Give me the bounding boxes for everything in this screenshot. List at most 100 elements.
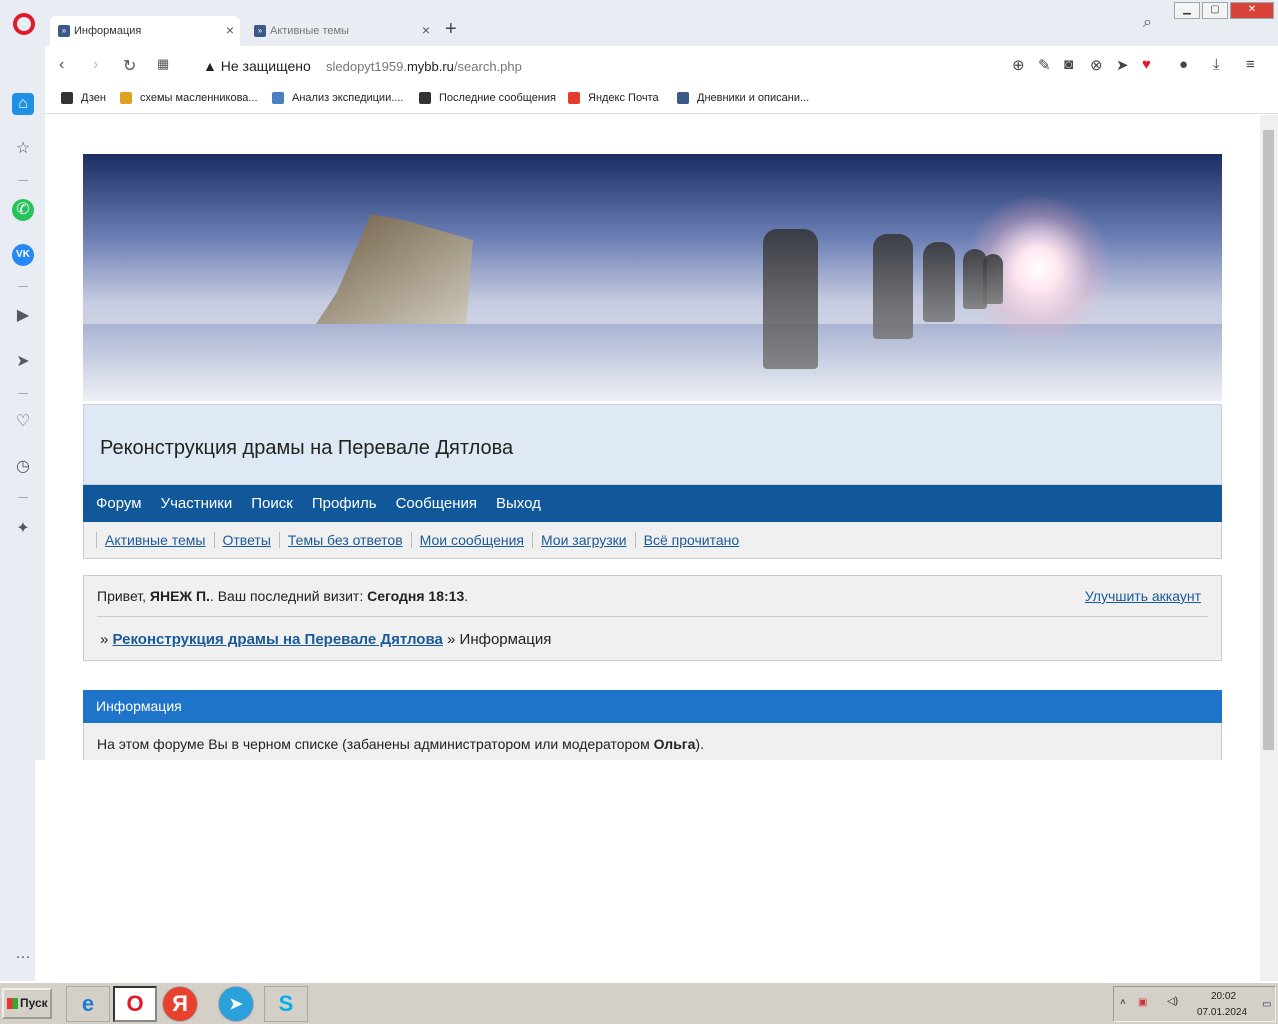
- info-text-end: ).: [695, 736, 704, 752]
- breadcrumb-forum-link[interactable]: Реконструкция драмы на Перевале Дятлова: [113, 631, 443, 648]
- greeting: Привет,: [97, 588, 150, 604]
- close-tab-icon[interactable]: ×: [422, 22, 430, 38]
- username: ЯНЕЖ П.: [149, 588, 210, 604]
- back-icon[interactable]: ‹: [59, 56, 64, 74]
- send-icon[interactable]: ➤: [1116, 56, 1129, 74]
- bookmark-diaries[interactable]: Дневники и описани...: [677, 92, 809, 104]
- more-icon[interactable]: …: [12, 943, 34, 965]
- info-text: На этом форуме Вы в черном списке (забан…: [97, 736, 654, 752]
- close-tab-icon[interactable]: ×: [226, 22, 234, 38]
- last-visit-label: . Ваш последний визит:: [209, 588, 368, 604]
- nav-profile[interactable]: Профиль: [312, 495, 377, 512]
- nav-search[interactable]: Поиск: [251, 495, 293, 512]
- blank-area: [35, 760, 1260, 981]
- menu-icon[interactable]: ≡: [1246, 56, 1255, 73]
- banner-hiker: [763, 229, 818, 369]
- ie-icon[interactable]: e: [66, 986, 110, 1022]
- bookmark-schemes[interactable]: схемы масленникова...: [120, 92, 258, 104]
- bookmark-icon: [61, 92, 73, 104]
- start-button[interactable]: Пуск: [2, 988, 52, 1019]
- subnav-my-posts[interactable]: Мои сообщения: [410, 532, 532, 548]
- heart-icon[interactable]: ♡: [12, 411, 34, 433]
- tab-active-topics[interactable]: » Активные темы ×: [246, 16, 436, 46]
- tab-label: Активные темы: [270, 25, 349, 37]
- tabs-grid-icon[interactable]: ▦: [157, 56, 169, 72]
- skype-icon[interactable]: S: [264, 986, 308, 1022]
- page-scrollbar[interactable]: [1260, 115, 1278, 981]
- bookmark-last-posts[interactable]: Последние сообщения: [419, 92, 556, 104]
- bookmark-dzen[interactable]: Дзен: [61, 92, 106, 104]
- clock-time: 20:02: [1211, 991, 1237, 1002]
- upgrade-account-link[interactable]: Улучшить аккаунт: [1085, 588, 1201, 604]
- subnav-replies[interactable]: Ответы: [213, 532, 279, 548]
- heart-icon[interactable]: ♥: [1142, 56, 1151, 73]
- telegram-icon[interactable]: ➤: [218, 986, 254, 1022]
- nav-logout[interactable]: Выход: [496, 495, 541, 512]
- close-window-icon[interactable]: ✕: [1230, 2, 1274, 19]
- info-message: На этом форуме Вы в черном списке (забан…: [83, 723, 1222, 760]
- subnav-mark-read[interactable]: Всё прочитано: [634, 532, 748, 548]
- bookmark-icon: [419, 92, 431, 104]
- adblock-icon[interactable]: ⊗: [1090, 56, 1103, 74]
- banner-hiker: [983, 254, 1003, 304]
- subnav-active-topics[interactable]: Активные темы: [96, 532, 214, 548]
- forward-icon[interactable]: ›: [93, 56, 98, 74]
- whatsapp-icon[interactable]: ✆: [12, 199, 34, 221]
- page-viewport: Реконструкция драмы на Перевале Дятлова …: [45, 115, 1260, 760]
- url-path: /search.php: [453, 59, 522, 74]
- bookmark-icon: [272, 92, 284, 104]
- bookmark-yandex-mail[interactable]: Яндекс Почта: [568, 92, 659, 104]
- nav-members[interactable]: Участники: [161, 495, 233, 512]
- bookmark-label: Анализ экспедиции....: [292, 92, 404, 104]
- opera-taskbar-icon[interactable]: O: [113, 986, 157, 1022]
- search-tabs-icon[interactable]: ⌕: [1143, 14, 1152, 32]
- forum-title: Реконструкция драмы на Перевале Дятлова: [100, 437, 514, 459]
- reload-icon[interactable]: ↻: [123, 56, 136, 76]
- edit-icon[interactable]: ✎: [1038, 56, 1051, 74]
- zoom-icon[interactable]: ⊕: [1012, 56, 1025, 74]
- vk-icon[interactable]: VK: [12, 244, 34, 266]
- volume-icon[interactable]: ◁): [1167, 996, 1178, 1007]
- bookmark-label: схемы масленникова...: [140, 92, 258, 104]
- nav-messages[interactable]: Сообщения: [396, 495, 477, 512]
- opera-logo-icon[interactable]: [13, 13, 35, 35]
- maximize-icon[interactable]: ▢: [1202, 2, 1228, 19]
- security-indicator[interactable]: ▲ Не защищено: [203, 58, 311, 74]
- bookmarks-bar: Дзен схемы масленникова... Анализ экспед…: [45, 86, 1278, 114]
- banner-hiker: [873, 234, 913, 339]
- security-label: Не защищено: [220, 58, 311, 74]
- taskbar: Пуск e O Я ➤ S ˄ ▣ ◁) 20:02 07.01.2024 ▭: [0, 981, 1278, 1024]
- url-field[interactable]: sledopyt1959.mybb.ru/search.php: [326, 59, 522, 74]
- player-icon[interactable]: ▶: [12, 305, 34, 327]
- address-bar: ‹ › ↻ ▦ ▲ Не защищено sledopyt1959.mybb.…: [45, 46, 1278, 86]
- subnav-unanswered[interactable]: Темы без ответов: [278, 532, 411, 548]
- tray-expand-icon[interactable]: ˄: [1120, 997, 1126, 1008]
- nav-forum[interactable]: Форум: [96, 495, 142, 512]
- home-icon[interactable]: ⌂: [12, 93, 34, 115]
- account-icon[interactable]: ●: [1179, 56, 1188, 73]
- show-desktop-icon[interactable]: ▭: [1262, 999, 1271, 1010]
- bookmark-analysis[interactable]: Анализ экспедиции....: [272, 92, 403, 104]
- lightbulb-icon[interactable]: ✦: [12, 518, 34, 540]
- minimize-icon[interactable]: ▁: [1174, 2, 1200, 19]
- bookmark-icon: [120, 92, 132, 104]
- download-icon[interactable]: ⤓: [1213, 56, 1220, 73]
- scrollbar-thumb[interactable]: [1263, 130, 1274, 750]
- network-icon[interactable]: ▣: [1138, 997, 1147, 1008]
- system-tray: ˄ ▣ ◁) 20:02 07.01.2024 ▭: [1113, 986, 1276, 1022]
- bookmark-icon: [568, 92, 580, 104]
- new-tab-icon[interactable]: +: [445, 18, 457, 41]
- yandex-icon[interactable]: Я: [162, 986, 198, 1022]
- url-prefix: sledopyt1959.: [326, 59, 407, 74]
- tab-info[interactable]: » Информация ×: [50, 16, 240, 46]
- subnav-my-uploads[interactable]: Мои загрузки: [531, 532, 635, 548]
- start-label: Пуск: [20, 996, 48, 1010]
- camera-icon[interactable]: ◙: [1064, 56, 1073, 73]
- forum-banner-image: [83, 154, 1222, 401]
- breadcrumb: » Реконструкция драмы на Перевале Дятлов…: [100, 631, 552, 648]
- history-icon[interactable]: ◷: [12, 456, 34, 478]
- bookmark-icon: [677, 92, 689, 104]
- star-icon[interactable]: ☆: [12, 138, 34, 160]
- send-icon[interactable]: ➤: [12, 351, 34, 373]
- bookmark-label: Дневники и описани...: [697, 92, 810, 104]
